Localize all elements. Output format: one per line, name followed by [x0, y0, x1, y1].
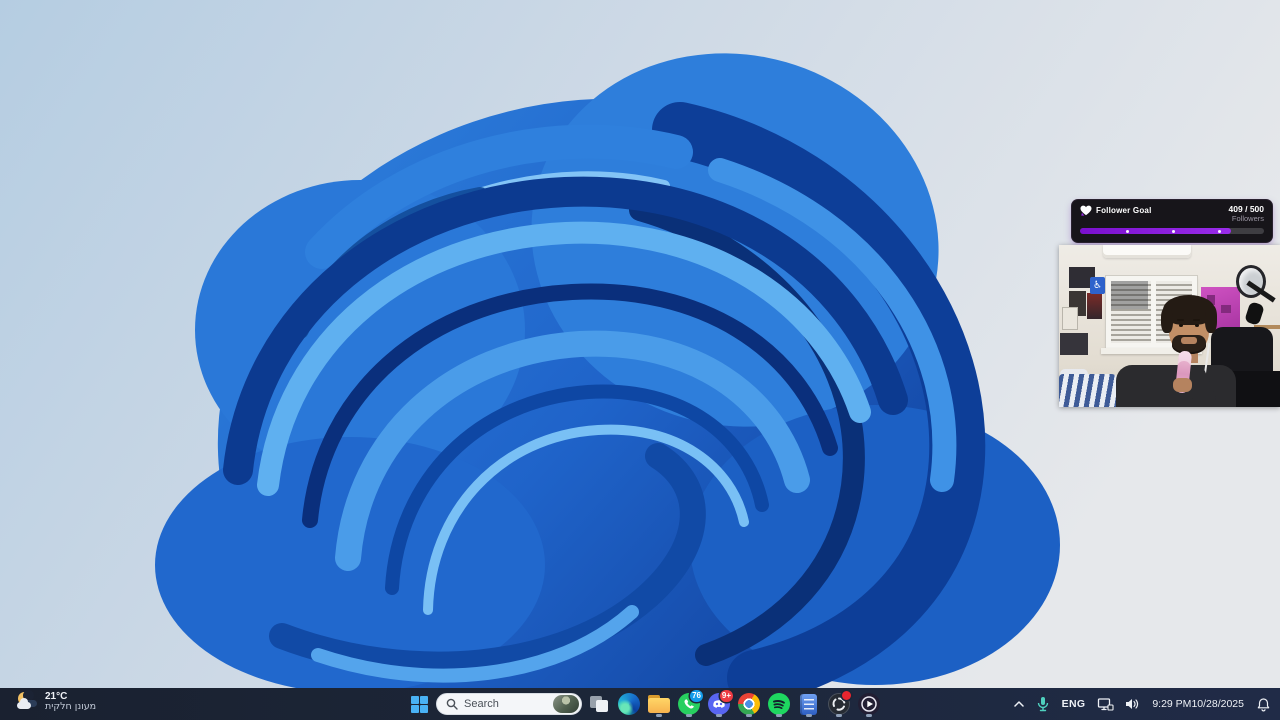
- running-indicator: [835, 714, 842, 717]
- clock[interactable]: 9:29 PM 10/28/2025: [1145, 690, 1251, 718]
- obs-alert-badge: [842, 691, 851, 700]
- whatsapp-badge: 76: [690, 690, 703, 702]
- running-indicator: [805, 714, 812, 717]
- weather-widget-button[interactable]: 21°C מעונן חלקית: [10, 688, 102, 716]
- follower-goal-title: Follower Goal: [1096, 206, 1152, 215]
- running-indicator: [715, 714, 722, 717]
- taskbar-app-media-player[interactable]: [855, 690, 882, 718]
- moon-clouds-icon: [16, 690, 38, 713]
- running-indicator: [655, 714, 662, 717]
- search-highlight-image[interactable]: [553, 695, 579, 713]
- taskbar-app-discord[interactable]: 9+: [705, 690, 733, 718]
- progress-marker-50: [1172, 229, 1175, 233]
- streamer-eye: [1195, 324, 1199, 327]
- follower-progress-fill: [1080, 228, 1231, 234]
- wall-art: [1062, 307, 1078, 330]
- running-indicator: [775, 714, 782, 717]
- search-box[interactable]: [436, 693, 582, 715]
- spotify-icon: [767, 693, 790, 715]
- taskbar-app-obs[interactable]: [825, 690, 852, 718]
- media-player-icon: [857, 693, 880, 715]
- accessibility-sign: ♿: [1090, 277, 1105, 294]
- chevron-up-icon: [1013, 701, 1024, 707]
- edge-icon: [617, 693, 640, 715]
- language-indicator[interactable]: ENG: [1055, 690, 1093, 718]
- network-display-icon: [1098, 697, 1114, 711]
- hidden-icons-button[interactable]: [1007, 690, 1031, 718]
- start-button[interactable]: [406, 690, 433, 718]
- search-input[interactable]: [464, 698, 544, 710]
- studio-microphone: [1244, 301, 1265, 326]
- search-icon: [446, 698, 458, 710]
- taskbar-app-whatsapp[interactable]: 76: [675, 690, 703, 718]
- follower-count: 409 / 500: [1228, 204, 1264, 214]
- taskbar-app-edge[interactable]: [615, 690, 642, 718]
- taskbar-app-spotify[interactable]: [765, 690, 792, 718]
- tray-time: 9:29 PM: [1152, 698, 1192, 710]
- streamer-eye: [1179, 324, 1183, 327]
- heart-follow-icon: [1080, 205, 1092, 216]
- streamer-hand: [1173, 378, 1192, 392]
- wall-frame: [1060, 333, 1088, 355]
- speaker-icon: [1126, 699, 1139, 709]
- notepad-icon: [800, 693, 817, 715]
- taskbar-app-file-explorer[interactable]: [645, 690, 672, 718]
- task-view-icon: [589, 696, 608, 712]
- notification-center-button[interactable]: [1251, 690, 1276, 718]
- chrome-icon: [737, 693, 760, 715]
- follower-unit-label: Followers: [1231, 214, 1264, 223]
- follower-goal-widget: Follower Goal 409 / 500 Followers: [1072, 200, 1272, 242]
- notification-bell-icon: [1257, 697, 1270, 711]
- discord-badge: 9+: [719, 690, 733, 702]
- progress-marker-25: [1126, 229, 1129, 233]
- microphone-in-use-button[interactable]: [1031, 690, 1055, 718]
- file-explorer-icon: [647, 695, 670, 713]
- webcam-feed: ♿: [1059, 245, 1280, 407]
- running-indicator: [685, 714, 692, 717]
- weather-condition: מעונן חלקית: [45, 701, 97, 712]
- running-indicator: [865, 714, 872, 717]
- wall-poster: [1087, 293, 1102, 319]
- tray-date: 10/28/2025: [1191, 698, 1244, 710]
- running-indicator: [745, 714, 752, 717]
- follower-progress-track: [1080, 228, 1264, 234]
- microphone-active-icon: [1037, 697, 1048, 712]
- taskbar-app-notepad[interactable]: [795, 690, 822, 718]
- progress-marker-75: [1218, 229, 1221, 233]
- volume-button[interactable]: [1119, 690, 1145, 718]
- desktop[interactable]: Follower Goal 409 / 500 Followers ♿ 21°C…: [0, 0, 1280, 720]
- windows-start-icon: [411, 695, 428, 713]
- air-conditioner: [1103, 245, 1191, 258]
- striped-bedding: [1059, 374, 1119, 407]
- network-button[interactable]: [1092, 690, 1119, 718]
- task-view-button[interactable]: [585, 690, 612, 718]
- taskbar: 21°C מעונן חלקית Search 76 9+ ENG 9:29 P…: [0, 688, 1280, 720]
- taskbar-app-chrome[interactable]: [735, 690, 762, 718]
